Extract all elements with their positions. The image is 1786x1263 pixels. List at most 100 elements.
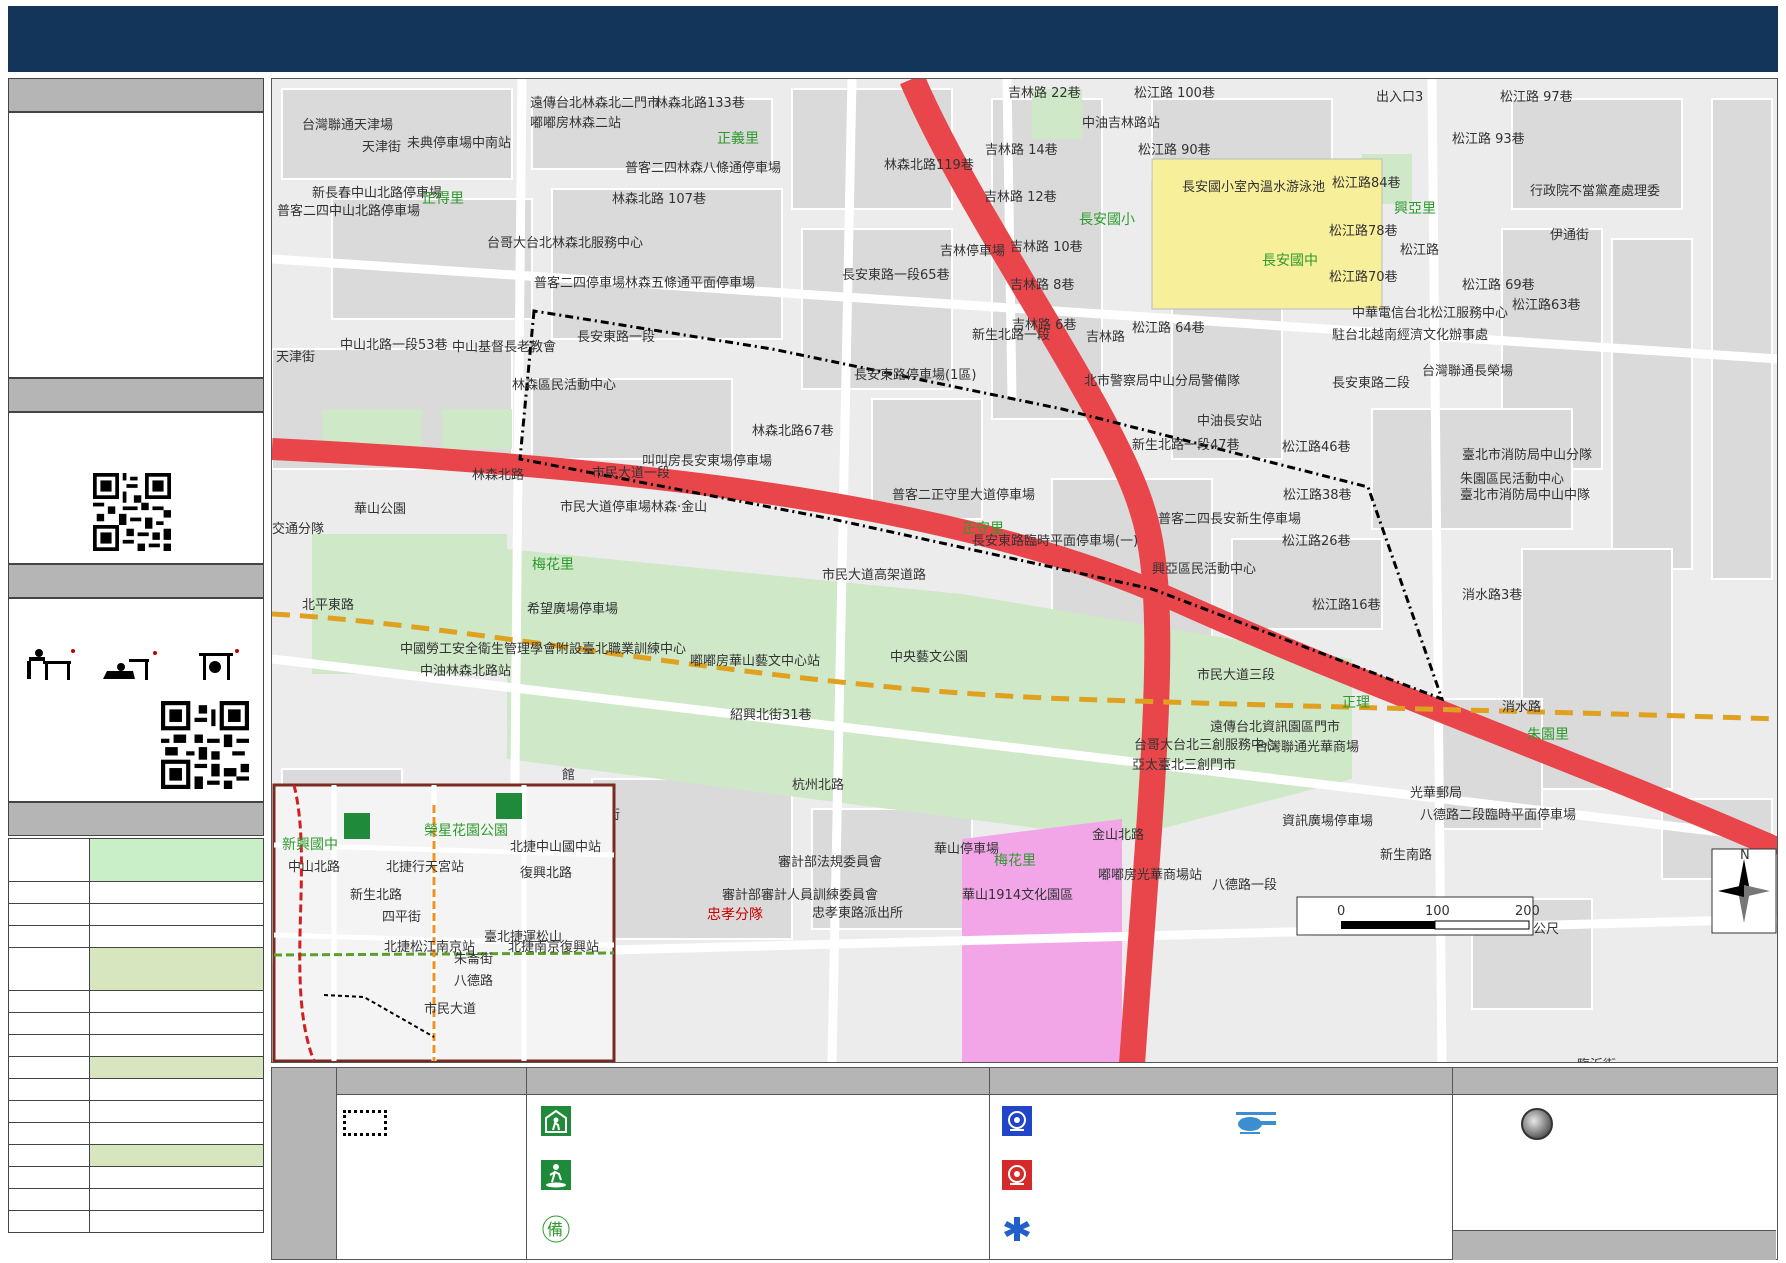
evacuation-park-icon <box>541 1160 571 1190</box>
section-bar-3 <box>8 564 264 598</box>
map-label: 新生南路 <box>1380 847 1432 863</box>
map-label: 希望廣場停車場 <box>527 601 618 617</box>
scale-tick-200: 200 <box>1515 904 1540 919</box>
map-label: 長安國中 <box>1262 253 1318 269</box>
map-label: 松江路38巷 <box>1283 487 1352 503</box>
map-label: 八德路二段臨時平面停車場 <box>1420 807 1576 823</box>
map-label: 林森北路119巷 <box>884 157 974 173</box>
map-label: 嘟嘟房光華商場站 <box>1098 867 1202 883</box>
section-bar-1 <box>8 78 264 112</box>
inset-label: 四平街 <box>382 910 421 925</box>
inset-map[interactable]: 新興國中榮星花園公園中山北路 北捷行天宮站北捷中山國中站復興北路新生北路四平街北捷… <box>272 783 616 1062</box>
map-label: 正理 <box>1342 695 1370 711</box>
table-cell <box>89 1078 264 1101</box>
map-label: 松江路63巷 <box>1512 297 1581 313</box>
map-label: 行政院不當黨產處理委 <box>1530 183 1660 199</box>
map-label: 吉林路 <box>1086 329 1125 345</box>
map-label: 正義里 <box>717 130 759 147</box>
map-label: 台灣聯通光華商場 <box>1255 740 1359 755</box>
table-cell <box>89 1166 264 1189</box>
map-label: 林森北路 <box>472 467 524 483</box>
table-cell <box>8 1210 90 1233</box>
inset-label: 八德路 <box>454 973 493 989</box>
table-cell <box>8 1122 90 1145</box>
legend-col-4 <box>1452 1068 1777 1260</box>
inset-label: 新興國中 <box>282 837 338 853</box>
inset-label: 中山北路 <box>288 859 340 875</box>
table-cell <box>8 925 90 948</box>
fire-station-icon <box>1002 1160 1032 1190</box>
table-cell <box>89 903 264 926</box>
map-label: 臨沂街 <box>1577 1058 1616 1063</box>
map-label: 駐台北越南經濟文化辦事處 <box>1332 327 1488 343</box>
inset-label: 北捷中山國中站 <box>510 840 601 855</box>
map-label: 市民大道高架道路 <box>822 567 926 583</box>
map-label: 台灣聯通天津場 <box>302 118 393 133</box>
info-table <box>8 838 264 1233</box>
map-label: 梅花里 <box>994 853 1036 869</box>
map-label: 杭州北路 <box>792 777 844 793</box>
table-cell <box>89 881 264 904</box>
qr-code-icon[interactable] <box>93 473 171 551</box>
map-label: 梅花里 <box>532 557 574 573</box>
map-label: 忠孝分隊 <box>707 907 763 923</box>
map-label: 長安東路一段65巷 <box>842 267 950 283</box>
map-label: 伊通街 <box>1550 228 1589 243</box>
map-label: 松江路70巷 <box>1329 269 1398 285</box>
legend-col-1 <box>336 1068 526 1259</box>
map-label: 松江路 100巷 <box>1134 85 1215 101</box>
info-box <box>8 112 264 378</box>
map-label: 正得里 <box>422 190 464 207</box>
map-label: 松江路26巷 <box>1282 533 1351 549</box>
map-label: 中山北路一段53巷 <box>340 337 448 353</box>
helicopter-icon <box>1236 1112 1276 1134</box>
table-cell <box>8 1034 90 1057</box>
map-label: 臺北市消防局中山分隊 <box>1462 447 1592 463</box>
table-cell <box>89 1056 264 1079</box>
map-label: 中油長安站 <box>1197 414 1262 429</box>
map-label: 新生北路一段 <box>972 327 1050 343</box>
table-cell <box>89 1034 264 1057</box>
table-cell <box>89 838 264 882</box>
map-label: 天津街 <box>362 140 401 155</box>
map-label: 普客二四林森八條通停車場 <box>625 160 781 176</box>
map-label: 消水路3巷 <box>1462 587 1522 603</box>
section-bar-2 <box>8 378 264 412</box>
map-canvas[interactable]: 遠傳台北林森北二門市林森北路133巷嘟嘟房林森二站 台灣聯通天津場未典停車場中南站… <box>272 79 1778 1063</box>
map-label: 朱園區民活動中心 <box>1460 472 1564 487</box>
map-label: 普客二四長安新生停車場 <box>1158 511 1301 527</box>
table-cell <box>8 838 90 882</box>
map-label: 出入口3 <box>1376 90 1423 105</box>
table-cell <box>8 1100 90 1123</box>
table-cell <box>8 903 90 926</box>
map-label: 松江路 90巷 <box>1138 142 1211 158</box>
map-label: 中油吉林路站 <box>1082 115 1160 131</box>
table-cell <box>8 1056 90 1079</box>
table-cell <box>8 1012 90 1035</box>
map-label: 亞太臺北三創門市 <box>1132 757 1236 773</box>
map-label: 忠孝東路派出所 <box>812 905 903 921</box>
map-label: 松江路16巷 <box>1312 597 1381 613</box>
map-label: 未典停車場中南站 <box>407 135 511 151</box>
inset-label: 朱崙街 <box>454 952 493 967</box>
map-label: 北市警察局中山分局警備隊 <box>1084 373 1240 389</box>
table-cell <box>8 990 90 1013</box>
map-label: 嘟嘟房華山藝文中心站 <box>690 653 820 669</box>
map-label: 遠傳台北資訊園區門市 <box>1210 719 1340 735</box>
north-label: N <box>1740 848 1750 863</box>
map-label: 吉林路 12巷 <box>984 189 1057 205</box>
map-label: 館 <box>562 768 575 783</box>
map-label: 審計部法規委員會 <box>778 854 882 870</box>
table-cell <box>89 1144 264 1167</box>
qr-code-icon[interactable] <box>161 701 249 789</box>
north-arrow-icon: N <box>1711 848 1777 934</box>
legend-panel: 備 <box>271 1067 1778 1260</box>
legend-side-bar <box>272 1068 336 1259</box>
header-bar <box>8 6 1778 72</box>
section-bar-4 <box>8 802 264 836</box>
map-label: 吉林路 22巷 <box>1008 85 1081 101</box>
drill-box <box>8 598 264 802</box>
main-map[interactable]: 遠傳台北林森北二門市 林森北路133巷 嘟嘟房林森二站 台灣聯通天津場 未典停車場中南站… <box>271 78 1778 1063</box>
map-label: 林森區民活動中心 <box>512 378 616 393</box>
scale-tick-100: 100 <box>1425 904 1450 919</box>
